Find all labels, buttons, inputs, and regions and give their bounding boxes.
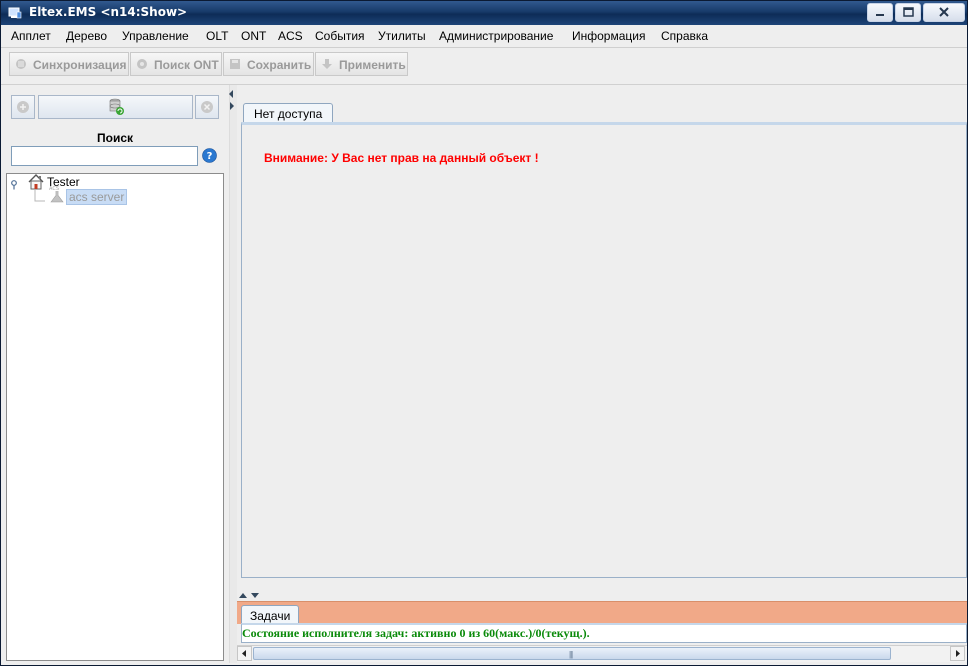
toolbar: Синхронизация Поиск ONT Сохранить Примен… xyxy=(1,48,967,85)
collapse-arrows-icon[interactable] xyxy=(228,89,235,111)
menu-olt[interactable]: OLT xyxy=(206,29,228,43)
panel-splitter[interactable] xyxy=(229,85,237,663)
task-status-bar: Состояние исполнителя задач: активно 0 и… xyxy=(241,623,967,643)
help-icon[interactable]: ? xyxy=(202,148,217,163)
tree-connector-line xyxy=(34,190,45,202)
sync-icon xyxy=(16,59,26,69)
search-ont-button[interactable]: Поиск ONT xyxy=(130,52,222,76)
tree-expand-toggle[interactable] xyxy=(10,180,20,190)
horizontal-scrollbar[interactable]: ||| xyxy=(237,645,967,662)
refresh-tree-button[interactable] xyxy=(38,95,193,119)
database-refresh-icon xyxy=(109,98,124,115)
scroll-right-button[interactable] xyxy=(950,646,965,661)
menu-acs[interactable]: ACS xyxy=(278,29,303,43)
menu-administration[interactable]: Администрирование xyxy=(439,29,553,43)
remove-button[interactable] xyxy=(195,95,219,119)
menu-applet[interactable]: Апплет xyxy=(11,29,51,43)
menu-events[interactable]: События xyxy=(315,29,365,43)
apply-button[interactable]: Применить xyxy=(315,52,408,76)
split-arrows-icon[interactable] xyxy=(237,591,261,599)
left-panel: Поиск ? Tester ACS acs server xyxy=(1,85,229,663)
window-title: Eltex.EMS <n14:Show> xyxy=(29,5,188,19)
home-icon xyxy=(28,174,44,190)
scroll-left-button[interactable] xyxy=(237,646,252,661)
menu-help[interactable]: Справка xyxy=(661,29,708,43)
save-label: Сохранить xyxy=(247,58,312,72)
close-icon xyxy=(939,7,949,17)
search-input[interactable] xyxy=(11,146,198,166)
minimize-button[interactable] xyxy=(867,3,893,22)
scroll-grip-icon: ||| xyxy=(569,650,573,659)
search-ont-icon xyxy=(137,59,147,69)
search-ont-label: Поиск ONT xyxy=(154,58,219,72)
title-bar[interactable]: Eltex.EMS <n14:Show> xyxy=(1,1,967,25)
minimize-icon xyxy=(876,14,884,16)
tasks-tab-strip: Задачи xyxy=(237,601,967,625)
main-panel: Нет доступа Внимание: У Вас нет прав на … xyxy=(237,85,967,663)
menu-bar: Апплет Дерево Управление OLT ONT ACS Соб… xyxy=(1,25,967,48)
access-warning: Внимание: У Вас нет прав на данный объек… xyxy=(264,151,539,165)
object-tree: Tester ACS acs server xyxy=(6,173,224,661)
application-window: Eltex.EMS <n14:Show> Апплет Дерево Управ… xyxy=(0,0,968,666)
menu-tree[interactable]: Дерево xyxy=(66,29,107,43)
app-icon xyxy=(8,7,22,19)
task-status-text: Состояние исполнителя задач: активно 0 и… xyxy=(242,626,590,640)
remove-icon xyxy=(201,101,213,113)
add-button[interactable] xyxy=(11,95,35,119)
tab-tasks[interactable]: Задачи xyxy=(241,605,300,625)
sync-button[interactable]: Синхронизация xyxy=(9,52,129,76)
search-label: Поиск xyxy=(96,131,133,145)
scroll-thumb[interactable]: ||| xyxy=(253,647,891,660)
plus-icon xyxy=(17,101,29,113)
save-icon xyxy=(230,59,240,69)
menu-information[interactable]: Информация xyxy=(572,29,645,43)
acs-icon-caption: ACS xyxy=(49,186,59,192)
menu-management[interactable]: Управление xyxy=(122,29,189,43)
content-area: Внимание: У Вас нет прав на данный объек… xyxy=(241,122,967,578)
tree-item-acs-server[interactable]: acs server xyxy=(66,189,128,205)
arrow-right-icon xyxy=(956,650,960,657)
maximize-icon xyxy=(903,7,914,17)
sync-label: Синхронизация xyxy=(33,58,127,72)
maximize-button[interactable] xyxy=(895,3,921,22)
menu-utilities[interactable]: Утилиты xyxy=(378,29,426,43)
tab-no-access[interactable]: Нет доступа xyxy=(243,103,334,123)
apply-label: Применить xyxy=(339,58,406,72)
arrow-left-icon xyxy=(242,650,246,657)
menu-ont[interactable]: ONT xyxy=(241,29,266,43)
save-button[interactable]: Сохранить xyxy=(223,52,314,76)
svg-text:?: ? xyxy=(207,151,213,162)
arrow-down-icon xyxy=(322,59,332,69)
close-button[interactable] xyxy=(923,3,965,22)
